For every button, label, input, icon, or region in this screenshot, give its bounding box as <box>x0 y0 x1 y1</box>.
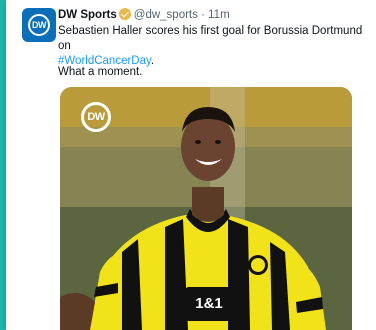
tweet-text-period: . <box>150 55 155 67</box>
tweet-text-line2: What a moment. <box>58 66 143 78</box>
header-separator: · <box>201 9 205 21</box>
verified-badge-icon <box>118 8 131 20</box>
dw-watermark-icon: DW <box>81 102 111 132</box>
shirt-sponsor-text: 1&1 <box>195 295 223 312</box>
author-name[interactable]: DW Sports <box>58 9 117 21</box>
avatar[interactable]: DW <box>22 8 56 42</box>
tweet-time[interactable]: 11m <box>208 9 230 21</box>
tweet-card[interactable]: DW DW Sports @dw_sports · 11m Sebastien H… <box>6 0 376 330</box>
dw-logo-icon: DW <box>28 14 50 36</box>
tweet-text: Sebastien Haller scores his first goal f… <box>58 24 368 69</box>
author-handle[interactable]: @dw_sports <box>134 9 198 21</box>
tweet-media-image[interactable]: DW 1&1 <box>60 87 352 330</box>
tweet-text-main: Sebastien Haller scores his first goal f… <box>58 25 363 52</box>
tweet-header: DW Sports @dw_sports · 11m <box>58 8 230 21</box>
